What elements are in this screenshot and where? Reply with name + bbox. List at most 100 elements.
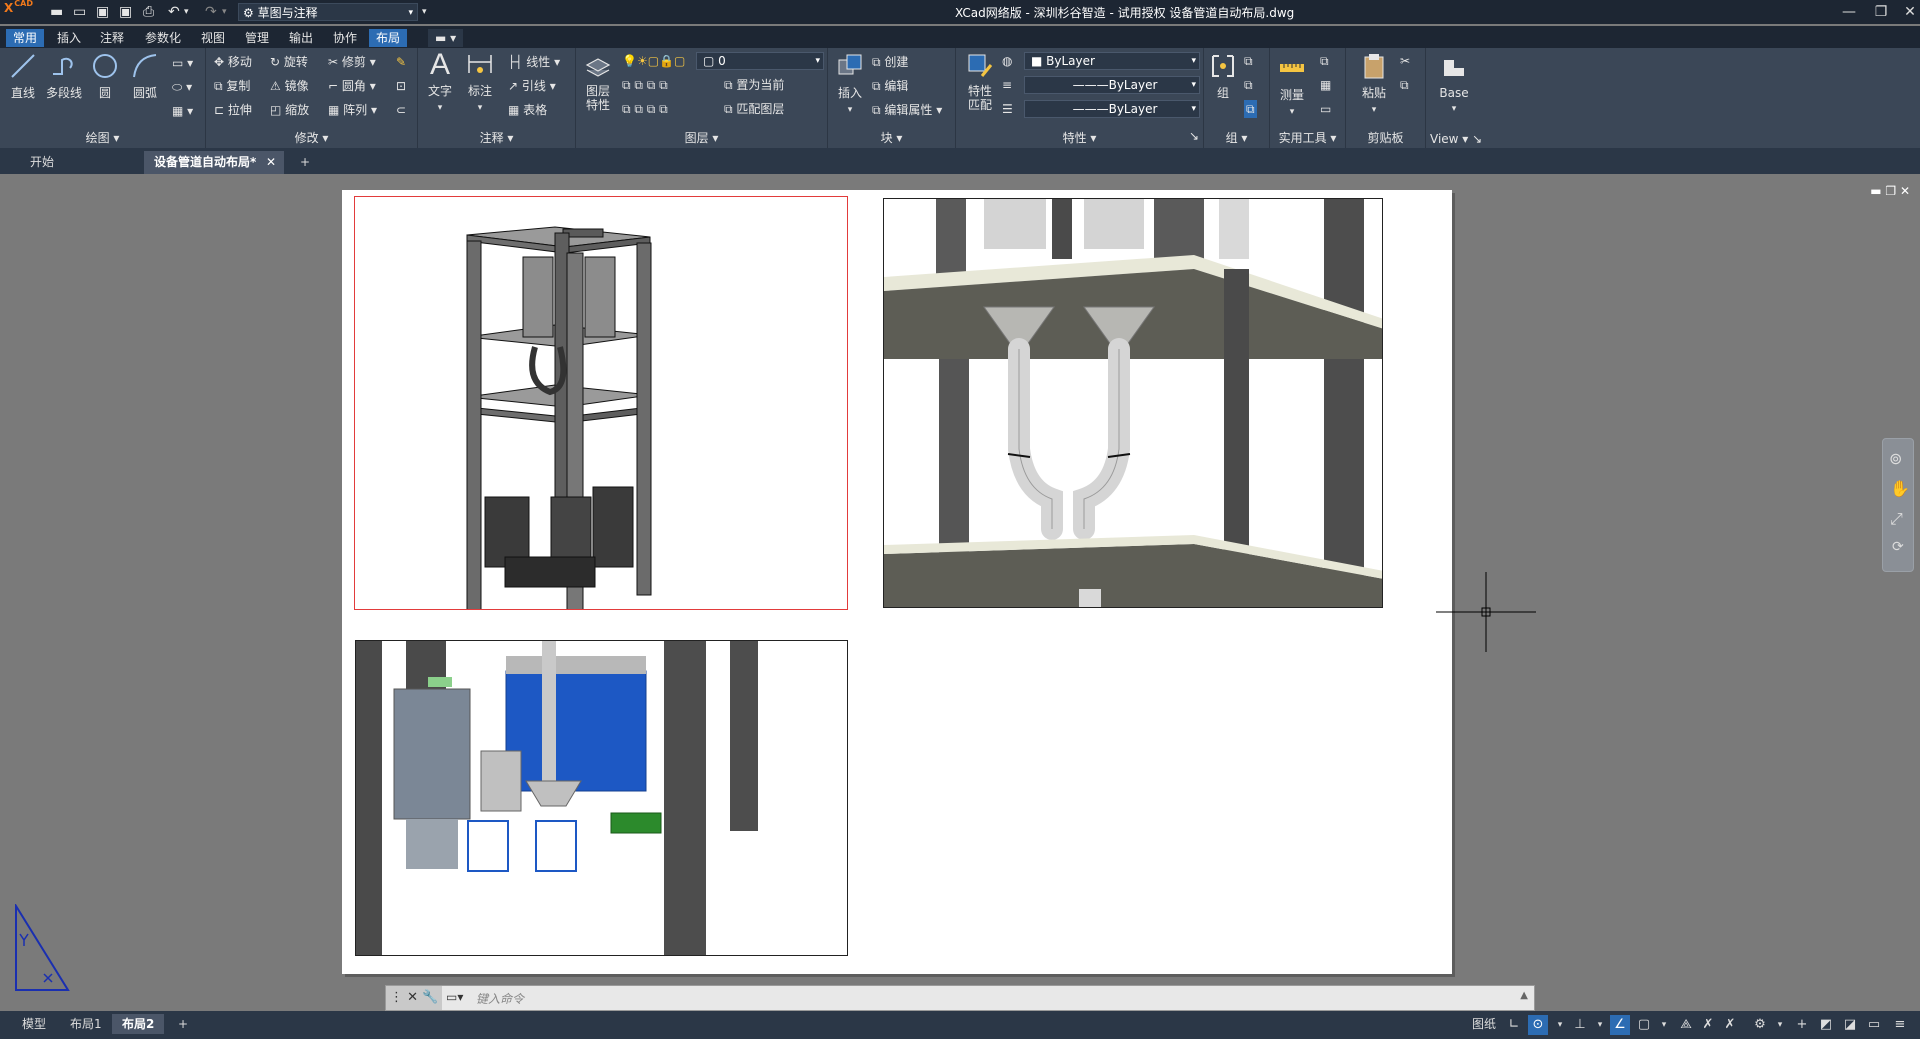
settings-dropdown-icon[interactable]: ▾: [1770, 1015, 1790, 1035]
paste-button[interactable]: 粘贴 ▾: [1356, 52, 1392, 115]
snap-dropdown-icon[interactable]: ▾: [1550, 1015, 1570, 1035]
app-logo[interactable]: XCAD: [4, 0, 40, 23]
customize-wrench-icon[interactable]: 🔧: [422, 990, 438, 1005]
new-tab-button[interactable]: +: [290, 151, 320, 174]
ellipse-icon[interactable]: ⬭ ▾: [172, 78, 192, 96]
layout-tab-1[interactable]: 布局1: [60, 1014, 112, 1034]
lineweight-select[interactable]: ———ByLayer ▾: [1024, 100, 1200, 118]
color-wheel-icon[interactable]: ◍: [1002, 52, 1012, 70]
edit-attribute-button[interactable]: ⧉ 编辑属性 ▾: [872, 101, 942, 119]
tab-parametric[interactable]: 参数化: [138, 29, 188, 47]
drag-handle-icon[interactable]: ⋮: [390, 990, 403, 1005]
draw-panel-label[interactable]: 绘图 ▾: [0, 129, 205, 146]
save-icon[interactable]: ▣: [96, 3, 109, 21]
viewport-window-controls[interactable]: ▬ ❐ ✕: [1870, 184, 1910, 198]
rotate-button[interactable]: ↻ 旋转: [270, 53, 308, 71]
group-edit-icon[interactable]: ⧉: [1244, 76, 1253, 94]
insert-block-button[interactable]: 插入 ▾: [832, 52, 868, 115]
modify-panel-label[interactable]: 修改 ▾: [206, 129, 417, 146]
clean-screen-icon[interactable]: ▭: [1864, 1015, 1884, 1035]
linear-dim-button[interactable]: ├┤ 线性 ▾: [508, 53, 560, 71]
ortho-icon[interactable]: ⊥: [1570, 1015, 1590, 1035]
erase-icon[interactable]: ✎: [396, 53, 406, 71]
fillet-button[interactable]: ⌐ 圆角 ▾: [328, 77, 376, 95]
line-button[interactable]: 直线: [6, 52, 40, 101]
layout-tab-2[interactable]: 布局2: [112, 1014, 165, 1034]
qa-customize-icon[interactable]: ▾: [422, 3, 427, 21]
orbit-icon[interactable]: ⟳: [1892, 539, 1904, 555]
annotation-visibility-icon[interactable]: ✗: [1720, 1015, 1740, 1035]
cut-icon[interactable]: ✂: [1400, 52, 1410, 70]
layer-select[interactable]: ▢ 0 ▾: [696, 52, 824, 70]
linetype-select[interactable]: ———ByLayer ▾: [1024, 76, 1200, 94]
isolate-objects-icon[interactable]: ◪: [1840, 1015, 1860, 1035]
dialog-launcher-icon[interactable]: ↘: [1189, 129, 1199, 143]
add-icon[interactable]: +: [1792, 1015, 1812, 1035]
mirror-button[interactable]: ⚠ 镜像: [270, 77, 309, 95]
redo-dropdown-icon[interactable]: ▾: [222, 3, 227, 21]
polyline-button[interactable]: 多段线: [42, 52, 86, 101]
utilities-panel-label[interactable]: 实用工具 ▾: [1270, 129, 1345, 146]
measure-button[interactable]: 测量 ▾: [1274, 54, 1310, 117]
print-icon[interactable]: ⎙: [143, 3, 154, 21]
lineweight-icon[interactable]: ☰: [1002, 100, 1013, 118]
tab-home[interactable]: 常用: [6, 29, 45, 47]
leader-button[interactable]: ↗ 引线 ▾: [508, 77, 556, 95]
pan-hand-icon[interactable]: ✋: [1890, 479, 1910, 498]
drawing-canvas[interactable]: ▬ ❐ ✕ ⊚ ✋ ⤢ ⟳: [0, 174, 1920, 1011]
stretch-button[interactable]: ⊏ 拉伸: [214, 101, 252, 119]
tab-insert[interactable]: 插入: [50, 29, 88, 47]
view-panel-label[interactable]: View ▾ ↘: [1426, 132, 1486, 146]
group-selection-icon[interactable]: ⧉: [1244, 100, 1257, 118]
hardware-accel-icon[interactable]: ◩: [1816, 1015, 1836, 1035]
close-tab-icon[interactable]: ✕: [266, 151, 276, 174]
group-button[interactable]: 组: [1208, 52, 1238, 101]
command-input[interactable]: 键入命令: [476, 990, 524, 1007]
viewport-equipment-detail[interactable]: [355, 640, 848, 956]
copy-button[interactable]: ⧉ 复制: [214, 77, 250, 95]
paper-space-toggle[interactable]: 图纸: [1462, 1014, 1506, 1034]
linetype-icon[interactable]: ≡: [1002, 76, 1012, 94]
tab-output[interactable]: 输出: [282, 29, 320, 47]
tab-view[interactable]: 视图: [194, 29, 232, 47]
restore-icon[interactable]: ❐: [1867, 2, 1895, 22]
dimension-button[interactable]: 标注 ▾: [462, 50, 498, 113]
undo-dropdown-icon[interactable]: ▾: [184, 3, 189, 21]
ortho-dropdown-icon[interactable]: ▾: [1590, 1015, 1610, 1035]
offset-icon[interactable]: ⊂: [396, 101, 406, 119]
scale-button[interactable]: ◰ 缩放: [270, 101, 309, 119]
tab-annotate[interactable]: 注释: [93, 29, 131, 47]
grid-icon[interactable]: ∟: [1504, 1015, 1524, 1035]
annotation-scale-icon[interactable]: ✗: [1698, 1015, 1718, 1035]
recent-commands-icon[interactable]: ▭▾: [446, 990, 463, 1004]
set-current-button[interactable]: ⧉ 置为当前: [724, 76, 784, 94]
hatch-icon[interactable]: ▦ ▾: [172, 102, 193, 120]
isodraft-icon[interactable]: ⟁: [1676, 1015, 1696, 1035]
layers-panel-label[interactable]: 图层 ▾: [576, 129, 827, 146]
color-select[interactable]: ■ ByLayer ▾: [1024, 52, 1200, 70]
id-point-icon[interactable]: ⧉: [1320, 52, 1329, 70]
layer-tools-row2[interactable]: ⧉ ⧉ ⧉ ⧉: [622, 100, 668, 118]
arc-button[interactable]: 圆弧: [128, 52, 162, 101]
settings-gear-icon[interactable]: ⚙: [1750, 1015, 1770, 1035]
tab-layout[interactable]: 布局: [369, 29, 408, 47]
ribbon-display-toggle[interactable]: ▬ ▾: [428, 29, 464, 47]
close-command-icon[interactable]: ✕: [407, 990, 422, 1005]
tab-collaborate[interactable]: 协作: [326, 29, 364, 47]
layer-properties-button[interactable]: 图层 特性: [580, 52, 616, 112]
array-button[interactable]: ▦ 阵列 ▾: [328, 101, 377, 119]
move-button[interactable]: ✥ 移动: [214, 53, 252, 71]
trim-button[interactable]: ✂ 修剪 ▾: [328, 53, 376, 71]
match-layer-button[interactable]: ⧉ 匹配图层: [724, 100, 784, 118]
command-history-toggle-icon[interactable]: ▲: [1520, 990, 1528, 1001]
viewport-iso-structure[interactable]: [354, 196, 848, 610]
explode-icon[interactable]: ⊡: [396, 77, 406, 95]
layout-tab-model[interactable]: 模型: [12, 1014, 56, 1034]
copy-clip-icon[interactable]: ⧉: [1400, 76, 1409, 94]
tab-manage[interactable]: 管理: [238, 29, 276, 47]
osnap-dropdown-icon[interactable]: ▾: [1654, 1015, 1674, 1035]
rectangle-icon[interactable]: ▭ ▾: [172, 54, 193, 72]
polar-tracking-icon[interactable]: ∠: [1610, 1015, 1630, 1035]
properties-panel-label[interactable]: 特性 ▾ ↘: [956, 129, 1203, 146]
block-panel-label[interactable]: 块 ▾: [828, 129, 955, 146]
